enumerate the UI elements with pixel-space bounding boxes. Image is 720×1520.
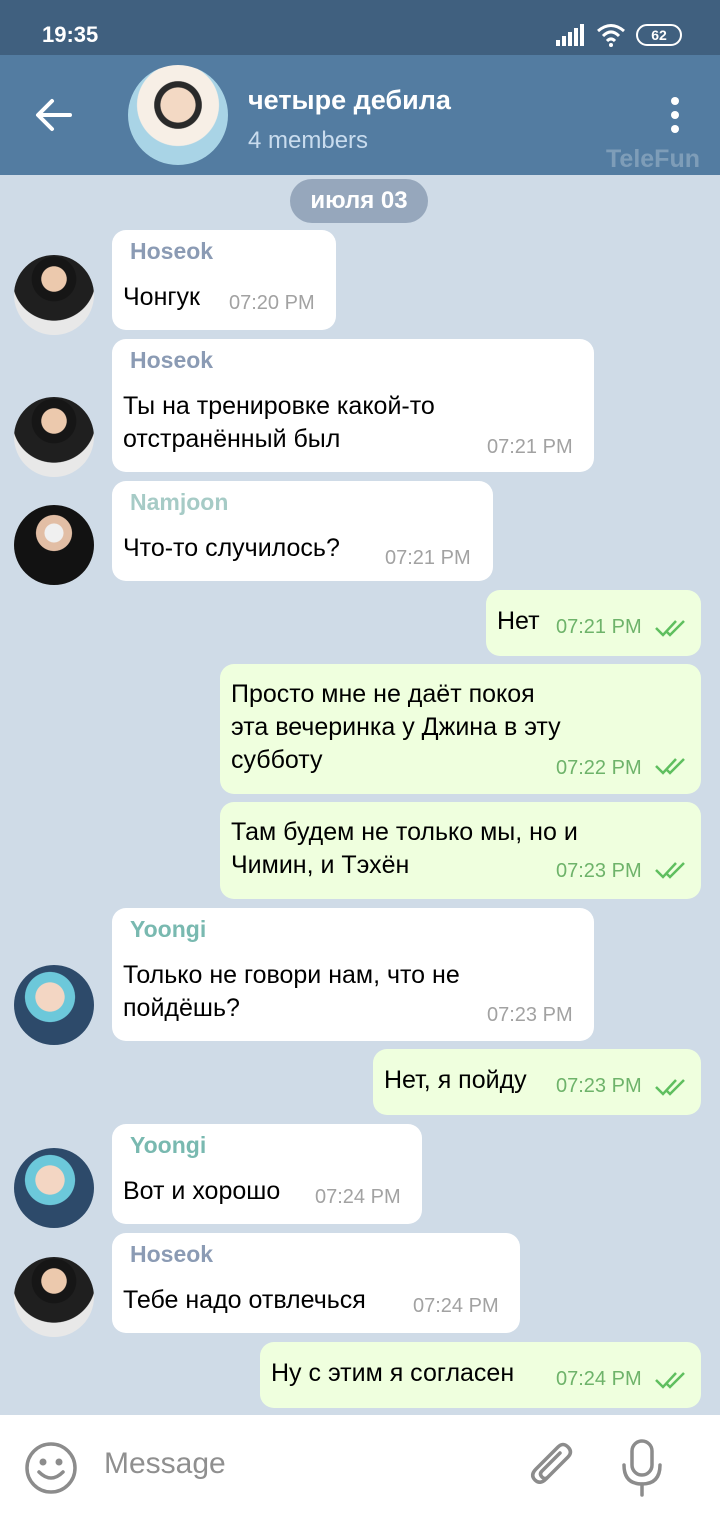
group-title[interactable]: четыре дебила xyxy=(248,85,451,116)
message-sender: Hoseok xyxy=(130,1241,214,1267)
date-label: июля 03 xyxy=(290,179,428,223)
message-outgoing[interactable]: Нет, я пойду 07:23 PM xyxy=(373,1049,701,1115)
message-time: 07:20 PM xyxy=(229,292,315,314)
message-text: Вот и хорошо xyxy=(123,1177,281,1205)
microphone-icon[interactable] xyxy=(615,1437,669,1499)
emoji-icon[interactable] xyxy=(24,1441,78,1495)
read-check-icon xyxy=(655,620,685,637)
message-incoming[interactable]: Hoseok Тебе надо отвлечься 07:24 PM xyxy=(112,1233,520,1333)
message-text: Нет, я пойду xyxy=(384,1066,527,1094)
avatar-yoongi[interactable] xyxy=(14,965,94,1045)
status-time: 19:35 xyxy=(42,22,99,47)
message-incoming[interactable]: Hoseok Чонгук 07:20 PM xyxy=(112,230,336,330)
message-time: 07:24 PM xyxy=(413,1295,499,1317)
message-text: Просто мне не даёт покоя эта вечеринка у… xyxy=(231,680,561,774)
message-text: Только не говори нам, что не пойдёшь? xyxy=(123,961,460,1022)
message-time: 07:23 PM xyxy=(556,860,642,882)
message-sender: Yoongi xyxy=(130,916,207,942)
message-time: 07:24 PM xyxy=(315,1186,401,1208)
message-time: 07:21 PM xyxy=(556,616,642,638)
message-time: 07:23 PM xyxy=(556,1075,642,1097)
message-sender: Hoseok xyxy=(130,347,214,373)
avatar-hoseok[interactable] xyxy=(14,1257,94,1337)
message-text: Там будем не только мы, но и Чимин, и Тэ… xyxy=(231,818,578,879)
message-time: 07:21 PM xyxy=(487,436,573,458)
message-input[interactable]: Message xyxy=(104,1447,504,1491)
message-time: 07:24 PM xyxy=(556,1368,642,1390)
message-time: 07:21 PM xyxy=(385,547,471,569)
message-text: Нет xyxy=(497,607,540,635)
battery-level: 62 xyxy=(651,27,667,43)
avatar-hoseok[interactable] xyxy=(14,255,94,335)
message-incoming[interactable]: Hoseok Ты на тренировке какой-то отстран… xyxy=(112,339,594,472)
message-text: Тебе надо отвлечься xyxy=(123,1286,366,1314)
paperclip-icon[interactable] xyxy=(526,1441,580,1495)
message-outgoing[interactable]: Там будем не только мы, но и Чимин, и Тэ… xyxy=(220,802,701,899)
status-bar: 19:35 62 xyxy=(0,0,720,55)
avatar-namjoon[interactable] xyxy=(14,505,94,585)
message-text: Что-то случилось? xyxy=(123,534,340,562)
message-input-bar: Message xyxy=(0,1415,720,1520)
read-check-icon xyxy=(655,1372,685,1389)
message-outgoing[interactable]: Просто мне не даёт покоя эта вечеринка у… xyxy=(220,664,701,794)
message-outgoing[interactable]: Нет 07:21 PM xyxy=(486,590,701,656)
message-sender: Namjoon xyxy=(130,489,229,515)
read-check-icon xyxy=(655,862,685,879)
message-text: Ты на тренировке какой-то отстранённый б… xyxy=(123,392,435,453)
wifi-icon xyxy=(597,24,625,47)
read-check-icon xyxy=(655,758,685,775)
message-sender: Yoongi xyxy=(130,1132,207,1158)
back-arrow-icon[interactable] xyxy=(28,89,80,141)
read-check-icon xyxy=(655,1079,685,1096)
message-time: 07:22 PM xyxy=(556,757,642,779)
message-sender: Hoseok xyxy=(130,238,214,264)
message-incoming[interactable]: Yoongi Вот и хорошо 07:24 PM xyxy=(112,1124,422,1224)
group-avatar[interactable] xyxy=(128,65,228,165)
battery-icon: 62 xyxy=(636,24,682,46)
avatar-yoongi[interactable] xyxy=(14,1148,94,1228)
message-outgoing[interactable]: Ну с этим я согласен 07:24 PM xyxy=(260,1342,701,1408)
message-text: Чонгук xyxy=(123,283,200,311)
chat-area[interactable]: июля 03 Hoseok Чонгук 07:20 PM Hoseok Ты… xyxy=(0,175,720,1415)
message-time: 07:23 PM xyxy=(487,1004,573,1026)
watermark: TeleFun xyxy=(606,145,700,173)
status-icons: 62 xyxy=(556,20,682,50)
message-text: Ну с этим я согласен xyxy=(271,1359,515,1387)
more-vertical-icon[interactable] xyxy=(660,95,690,135)
message-incoming[interactable]: Yoongi Только не говори нам, что не пойд… xyxy=(112,908,594,1041)
avatar-hoseok[interactable] xyxy=(14,397,94,477)
chat-header: четыре дебила 4 members TeleFun xyxy=(0,55,720,175)
message-incoming[interactable]: Namjoon Что-то случилось? 07:21 PM xyxy=(112,481,493,581)
signal-icon xyxy=(556,24,584,46)
member-count: 4 members xyxy=(248,127,369,154)
